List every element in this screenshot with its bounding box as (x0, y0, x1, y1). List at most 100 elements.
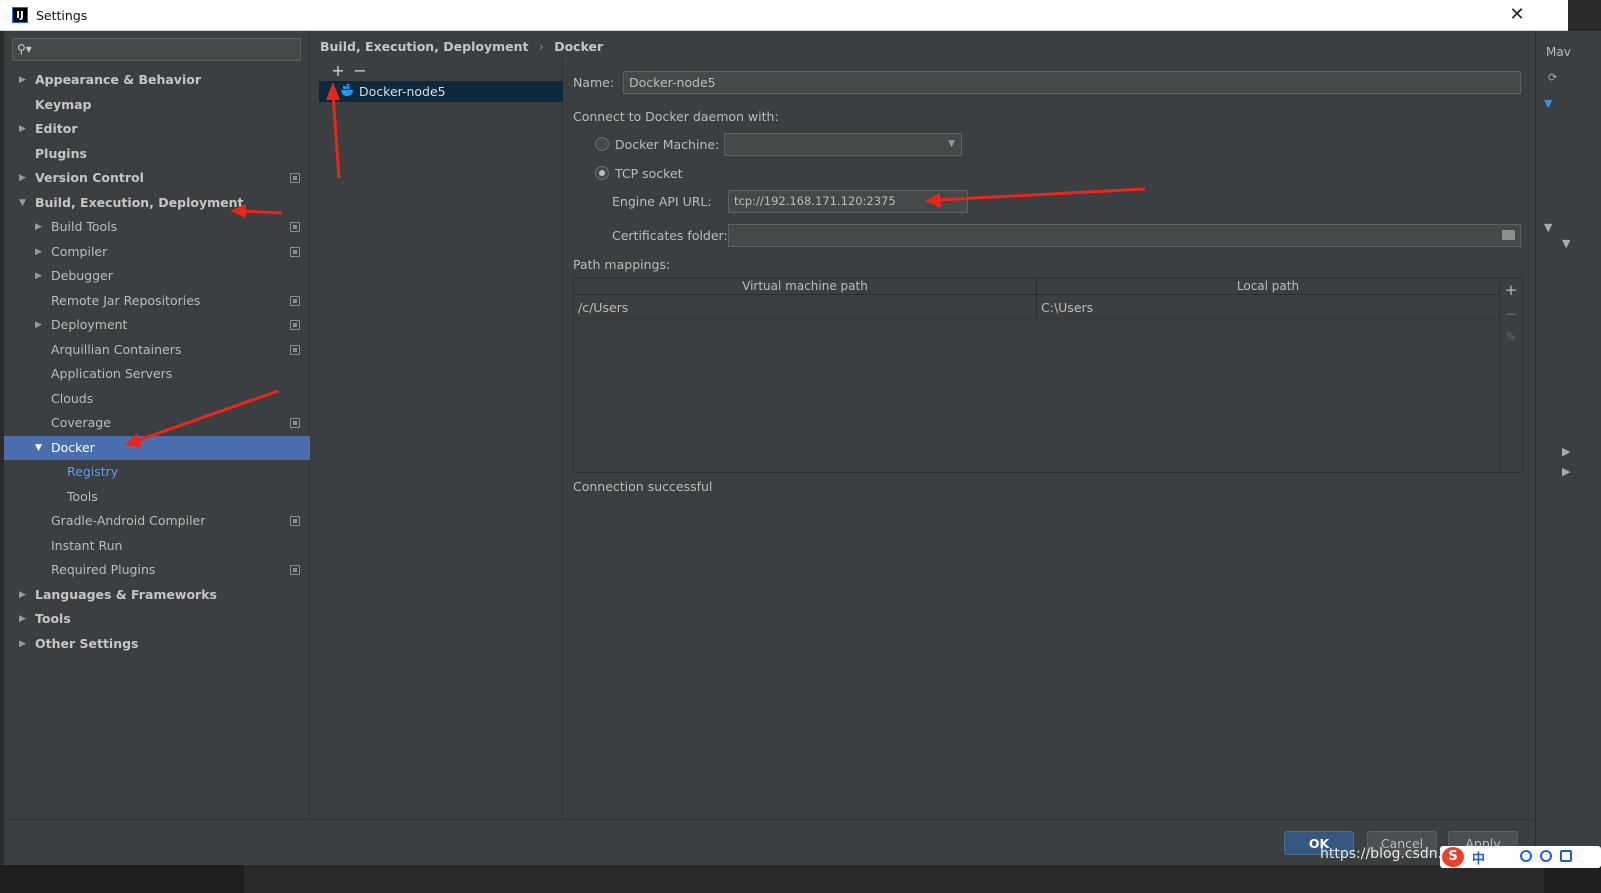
table-cell-local-path[interactable]: C:\Users (1037, 296, 1499, 319)
tree-item-compiler[interactable]: ▶ Compiler (4, 240, 310, 264)
collapse-arrow-icon[interactable]: ▶ (19, 583, 26, 607)
column-header-local-path[interactable]: Local path (1037, 278, 1499, 295)
tree-item-tools[interactable]: ▶ Tools (4, 607, 310, 631)
window-title: Settings (36, 7, 88, 23)
tree-item-clouds[interactable]: Clouds (4, 387, 310, 411)
tree-expand-icon: ▼ (1544, 97, 1553, 110)
server-list-item[interactable]: Docker-node5 (319, 81, 563, 102)
tree-item-label: Editor (35, 121, 78, 136)
tree-item-label: Docker (51, 439, 95, 455)
tree-item-label: Arquillian Containers (51, 341, 182, 357)
taskbar-stripe (244, 865, 1544, 893)
window-title-bar: IJ Settings ✕ (0, 0, 1568, 31)
tree-item-coverage[interactable]: Coverage (4, 411, 310, 435)
server-name-label: Docker-node5 (359, 84, 446, 99)
tree-item-appearance-behavior[interactable]: ▶ Appearance & Behavior (4, 68, 310, 92)
ime-keyboard-icon[interactable] (1560, 850, 1572, 862)
tree-item-label: Compiler (51, 243, 108, 259)
tree-item-application-servers[interactable]: Application Servers (4, 362, 310, 386)
tcp-socket-radio[interactable] (595, 166, 609, 180)
folder-icon[interactable] (1502, 230, 1515, 240)
tree-item-plugins[interactable]: Plugins (4, 142, 310, 166)
collapse-arrow-icon[interactable]: ▶ (35, 240, 42, 264)
path-mappings-table: Virtual machine path Local path /c/Users… (573, 277, 1500, 473)
tree-item-languages-frameworks[interactable]: ▶ Languages & Frameworks (4, 583, 310, 607)
tree-item-label: Instant Run (51, 537, 123, 553)
path-mappings-toolbar: + − ✎ (1500, 277, 1523, 473)
tree-item-label: Keymap (35, 96, 92, 112)
project-settings-icon (290, 295, 300, 306)
collapse-arrow-icon[interactable]: ▶ (19, 117, 26, 141)
name-label: Name: (573, 75, 615, 90)
tree-item-remote-jar-repositories[interactable]: Remote Jar Repositories (4, 289, 310, 313)
tree-item-arquillian-containers[interactable]: Arquillian Containers (4, 338, 310, 362)
tree-item-tools[interactable]: Tools (4, 485, 310, 509)
watermark-text: https://blog.csdn.n (1320, 846, 1451, 862)
docker-machine-radio[interactable] (595, 137, 609, 151)
tree-item-deployment[interactable]: ▶ Deployment (4, 313, 310, 337)
remove-server-button[interactable]: − (349, 61, 371, 80)
docker-settings-content: Build, Execution, Deployment › Docker + −… (310, 31, 1535, 819)
tree-item-other-settings[interactable]: ▶ Other Settings (4, 632, 310, 656)
project-settings-icon (290, 320, 300, 330)
certificates-folder-field[interactable] (728, 224, 1521, 247)
tree-item-label: Deployment (51, 317, 128, 332)
tree-expand-icon-2: ▼ (1544, 221, 1553, 234)
tree-item-keymap[interactable]: Keymap (4, 93, 310, 117)
collapse-arrow-icon[interactable]: ▶ (19, 166, 26, 190)
name-field[interactable]: Docker-node5 (623, 71, 1521, 94)
tree-item-label: Gradle-Android Compiler (51, 513, 206, 528)
tree-item-docker[interactable]: ▼ Docker (4, 435, 310, 460)
close-icon[interactable]: ✕ (1506, 4, 1528, 26)
tree-item-build-tools[interactable]: ▶ Build Tools (4, 215, 310, 239)
breadcrumb-separator: › (538, 39, 544, 54)
project-settings-icon (290, 344, 300, 355)
collapse-arrow-icon[interactable]: ▶ (35, 264, 42, 288)
table-cell-vm-path[interactable]: /c/Users (574, 296, 1036, 319)
collapse-arrow-icon[interactable]: ▶ (35, 313, 42, 337)
docker-whale-icon (341, 84, 353, 96)
add-server-button[interactable]: + (327, 61, 349, 80)
sogou-logo[interactable]: S (1442, 847, 1464, 867)
edit-mapping-button[interactable]: ✎ (1500, 330, 1522, 345)
tree-item-editor[interactable]: ▶ Editor (4, 117, 310, 141)
tree-item-label: Languages & Frameworks (35, 586, 217, 602)
tree-item-build-execution-deployment[interactable]: ▼ Build, Execution, Deployment (4, 191, 310, 215)
project-settings-icon (290, 173, 300, 183)
settings-search-field[interactable]: ⚲▾ (12, 38, 301, 61)
ime-toolbar: S 中 (1440, 846, 1601, 868)
column-header-vm-path[interactable]: Virtual machine path (574, 278, 1036, 295)
ime-emoji-icon[interactable] (1520, 850, 1532, 862)
collapse-arrow-icon[interactable]: ▶ (35, 215, 42, 239)
tree-item-registry[interactable]: Registry (4, 460, 310, 484)
ime-lang-indicator[interactable]: 中 (1472, 848, 1485, 867)
maven-tab-label[interactable]: Mav (1546, 45, 1571, 59)
remove-mapping-button[interactable]: − (1500, 305, 1522, 323)
tree-item-required-plugins[interactable]: Required Plugins (4, 558, 310, 582)
tree-item-label: Build Tools (51, 219, 118, 234)
engine-api-url-field[interactable]: tcp://192.168.171.120:2375 (728, 190, 968, 213)
dialog-button-bar: OK Cancel Apply (4, 819, 1535, 865)
add-mapping-button[interactable]: + (1500, 281, 1522, 299)
settings-tree-panel: ⚲▾ ▶ Appearance & Behavior Keymap ▶ Editor Pl… (4, 31, 310, 819)
expand-arrow-icon[interactable]: ▼ (19, 191, 26, 215)
os-taskbar (0, 865, 1601, 893)
tree-item-version-control[interactable]: ▶ Version Control (4, 166, 310, 190)
breadcrumb: Build, Execution, Deployment › Docker (320, 39, 603, 54)
connection-status: Connection successful (573, 479, 713, 494)
docker-machine-select[interactable]: ▼ (724, 133, 962, 156)
collapse-arrow-icon[interactable]: ▶ (19, 632, 26, 656)
expand-arrow-icon[interactable]: ▼ (35, 436, 42, 460)
breadcrumb-parent[interactable]: Build, Execution, Deployment (320, 39, 528, 54)
collapse-arrow-icon[interactable]: ▶ (19, 68, 26, 92)
collapse-arrow-icon[interactable]: ▶ (19, 607, 26, 631)
tree-item-gradle-android-compiler[interactable]: Gradle-Android Compiler (4, 509, 310, 533)
tree-item-debugger[interactable]: ▶ Debugger (4, 264, 310, 288)
tree-item-label: Debugger (51, 268, 113, 283)
tree-item-label: Plugins (35, 145, 87, 161)
tree-item-label: Required Plugins (51, 562, 156, 577)
refresh-icon[interactable]: ⟳ (1548, 71, 1557, 84)
tree-item-instant-run[interactable]: Instant Run (4, 534, 310, 558)
ime-mic-icon[interactable] (1540, 850, 1552, 862)
tree-collapsed-icon: ▶ (1562, 445, 1571, 458)
